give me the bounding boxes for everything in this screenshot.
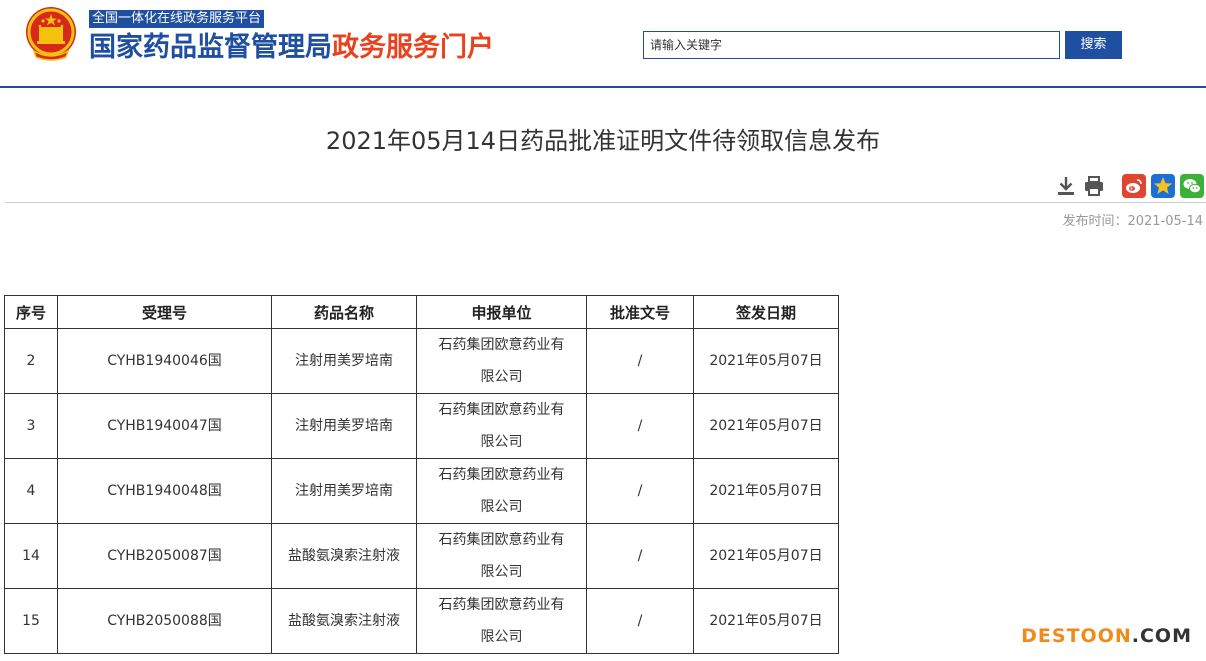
site-title-main: 国家药品监督管理局	[89, 32, 332, 63]
cell-accept-no: CYHB1940048国	[57, 458, 272, 524]
cell-applicant-line: 限公司	[480, 564, 523, 580]
cell-applicant: 石药集团欧意药业有 限公司	[416, 523, 587, 589]
watermark-part2: .COM	[1131, 625, 1192, 647]
article-title: 2021年05月14日药品批准证明文件待领取信息发布	[325, 127, 881, 155]
print-icon[interactable]	[1082, 174, 1106, 198]
column-header-drug-name: 药品名称	[271, 295, 417, 329]
cell-applicant-line: 石药集团欧意药业有	[438, 597, 565, 613]
publish-time: 发布时间：2021-05-14	[1062, 214, 1203, 229]
cell-applicant-line: 限公司	[480, 434, 523, 450]
search-placeholder: 请输入关键字	[650, 38, 723, 52]
cell-no: 3	[4, 393, 58, 459]
search-input[interactable]: 请输入关键字	[643, 31, 1060, 59]
cell-issue-date: 2021年05月07日	[693, 393, 839, 459]
cell-approval-no: /	[586, 458, 694, 524]
qzone-icon[interactable]	[1151, 174, 1175, 198]
cell-applicant: 石药集团欧意药业有 限公司	[416, 588, 587, 654]
wechat-icon[interactable]	[1180, 174, 1204, 198]
tools-divider	[5, 202, 1206, 203]
table-row: 2 CYHB1940046国 注射用美罗培南 石药集团欧意药业有 限公司 / 2…	[4, 328, 839, 394]
cell-drug-name: 注射用美罗培南	[271, 393, 417, 459]
cell-accept-no: CYHB2050088国	[57, 588, 272, 654]
cell-no: 15	[4, 588, 58, 654]
platform-tag[interactable]: 全国一体化在线政务服务平台	[89, 10, 265, 28]
cell-drug-name: 注射用美罗培南	[271, 328, 417, 394]
weibo-icon[interactable]	[1122, 174, 1146, 198]
cell-issue-date: 2021年05月07日	[693, 588, 839, 654]
site-title-sub: 政务服务门户	[332, 32, 494, 63]
cell-applicant: 石药集团欧意药业有 限公司	[416, 393, 587, 459]
cell-drug-name: 盐酸氨溴索注射液	[271, 523, 417, 589]
watermark-part1: DESTOON	[1021, 625, 1132, 647]
download-icon[interactable]	[1054, 174, 1078, 198]
table-header-row: 序号 受理号 药品名称 申报单位 批准文号 签发日期	[4, 295, 839, 329]
cell-applicant: 石药集团欧意药业有 限公司	[416, 328, 587, 394]
cell-accept-no: CYHB1940046国	[57, 328, 272, 394]
site-title[interactable]: 国家药品监督管理局政务服务门户	[89, 30, 494, 66]
cell-approval-no: /	[586, 523, 694, 589]
column-header-issue-date: 签发日期	[693, 295, 839, 329]
cell-applicant-line: 限公司	[480, 369, 523, 385]
table-row: 14 CYHB2050087国 盐酸氨溴索注射液 石药集团欧意药业有 限公司 /…	[4, 523, 839, 589]
table-row: 3 CYHB1940047国 注射用美罗培南 石药集团欧意药业有 限公司 / 2…	[4, 393, 839, 459]
cell-issue-date: 2021年05月07日	[693, 523, 839, 589]
cell-applicant-line: 石药集团欧意药业有	[438, 402, 565, 418]
cell-accept-no: CYHB1940047国	[57, 393, 272, 459]
cell-issue-date: 2021年05月07日	[693, 458, 839, 524]
cell-no: 14	[4, 523, 58, 589]
cell-accept-no: CYHB2050087国	[57, 523, 272, 589]
cell-applicant-line: 限公司	[480, 499, 523, 515]
column-header-approval-no: 批准文号	[586, 295, 694, 329]
cell-issue-date: 2021年05月07日	[693, 328, 839, 394]
approval-table: 序号 受理号 药品名称 申报单位 批准文号 签发日期 2 CYHB1940046…	[4, 295, 839, 654]
column-header-no: 序号	[4, 295, 58, 329]
header-divider	[0, 86, 1206, 88]
cell-applicant-line: 石药集团欧意药业有	[438, 532, 565, 548]
watermark: DESTOON.COM	[1021, 625, 1192, 647]
column-header-accept-no: 受理号	[57, 295, 272, 329]
cell-no: 2	[4, 328, 58, 394]
cell-drug-name: 盐酸氨溴索注射液	[271, 588, 417, 654]
cell-no: 4	[4, 458, 58, 524]
cell-approval-no: /	[586, 393, 694, 459]
cell-applicant-line: 限公司	[480, 629, 523, 645]
search-button[interactable]: 搜索	[1065, 31, 1122, 59]
cell-approval-no: /	[586, 328, 694, 394]
table-row: 4 CYHB1940048国 注射用美罗培南 石药集团欧意药业有 限公司 / 2…	[4, 458, 839, 524]
cell-applicant-line: 石药集团欧意药业有	[438, 467, 565, 483]
site-header: 全国一体化在线政务服务平台 国家药品监督管理局政务服务门户 请输入关键字 搜索	[0, 0, 1206, 86]
cell-approval-no: /	[586, 588, 694, 654]
cell-applicant: 石药集团欧意药业有 限公司	[416, 458, 587, 524]
national-emblem-icon[interactable]	[24, 5, 78, 63]
table-row: 15 CYHB2050088国 盐酸氨溴索注射液 石药集团欧意药业有 限公司 /…	[4, 588, 839, 654]
cell-applicant-line: 石药集团欧意药业有	[438, 337, 565, 353]
cell-drug-name: 注射用美罗培南	[271, 458, 417, 524]
column-header-applicant: 申报单位	[416, 295, 587, 329]
